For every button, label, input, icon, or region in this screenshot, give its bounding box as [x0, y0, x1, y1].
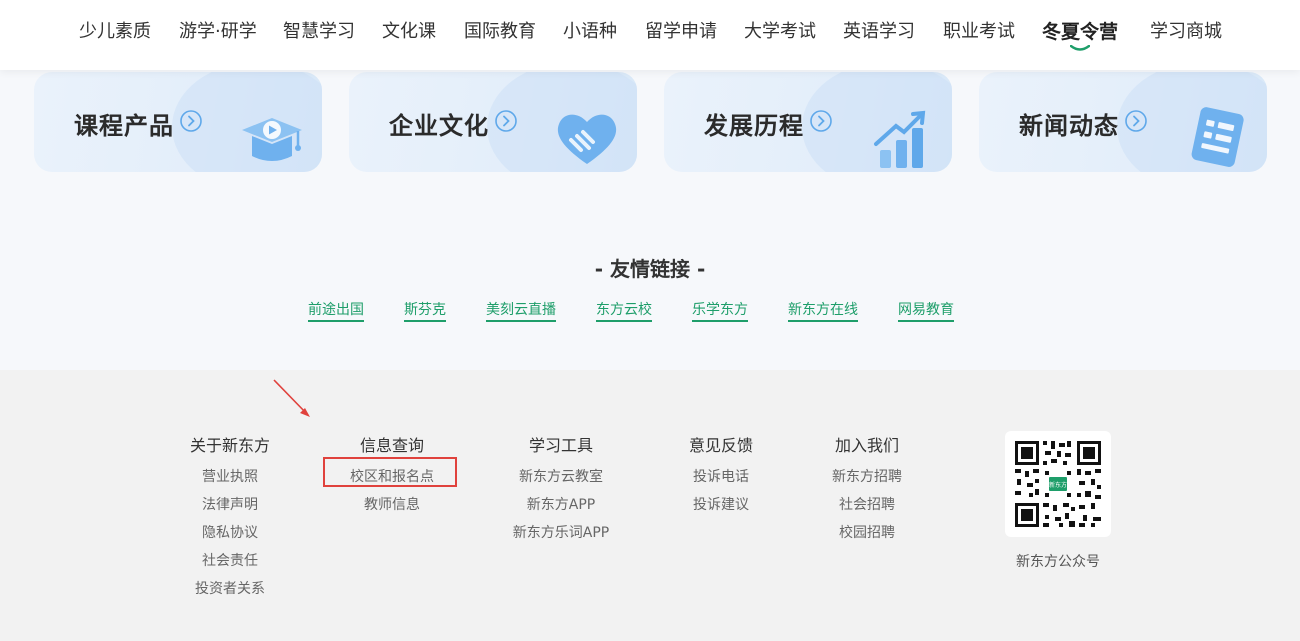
card-development-history[interactable]: 发展历程 — [664, 72, 952, 172]
nav-item-kids[interactable]: 少儿素质 — [79, 19, 151, 45]
nav-item-camp[interactable]: 冬夏令营 — [1042, 19, 1119, 51]
card-course-products[interactable]: 课程产品 — [34, 72, 322, 172]
nav-item-study-abroad[interactable]: 留学申请 — [645, 19, 717, 45]
friend-link[interactable]: 网易教育 — [898, 301, 954, 322]
qr-code-icon: 新东方 — [1015, 441, 1101, 527]
annotation-arrow-icon — [273, 379, 310, 417]
footer-link-complaint-phone[interactable]: 投诉电话 — [693, 466, 749, 486]
footer-link-leci-app[interactable]: 新东方乐词APP — [513, 522, 609, 542]
nav-item-shop[interactable]: 学习商城 — [1150, 19, 1222, 45]
footer-link-privacy[interactable]: 隐私协议 — [202, 522, 258, 542]
nav-item-minor-language[interactable]: 小语种 — [563, 19, 617, 45]
nav-item-international[interactable]: 国际教育 — [464, 19, 536, 45]
friend-link[interactable]: 乐学东方 — [692, 301, 748, 322]
nav-item-english[interactable]: 英语学习 — [843, 19, 915, 45]
qr-caption: 新东方公众号 — [1016, 554, 1100, 570]
arrow-right-circle-icon — [810, 110, 832, 132]
footer-link-complaint-suggestion[interactable]: 投诉建议 — [693, 494, 749, 514]
qr-logo-text: 新东方 — [1049, 481, 1067, 489]
arrow-right-circle-icon — [1125, 110, 1147, 132]
qr-code: 新东方 — [1005, 431, 1111, 537]
nav-item-career-exam[interactable]: 职业考试 — [943, 19, 1015, 45]
nav-item-culture-class[interactable]: 文化课 — [382, 19, 436, 45]
arrow-right-circle-icon — [495, 110, 517, 132]
card-corporate-culture[interactable]: 企业文化 — [349, 72, 637, 172]
footer-heading-join-us: 加入我们 — [834, 436, 900, 455]
footer-link-teacher-info[interactable]: 教师信息 — [364, 494, 420, 514]
news-document-icon — [1191, 107, 1244, 167]
footer-link-legal-notice[interactable]: 法律声明 — [202, 494, 258, 514]
top-navigation: 少儿素质 游学·研学 智慧学习 文化课 国际教育 小语种 留学申请 大学考试 英… — [0, 0, 1300, 70]
friend-link[interactable]: 美刻云直播 — [486, 301, 556, 322]
footer-link-app[interactable]: 新东方APP — [527, 494, 595, 514]
card-title: 企业文化 — [389, 112, 489, 140]
card-news[interactable]: 新闻动态 — [979, 72, 1267, 172]
footer-link-business-license[interactable]: 营业执照 — [202, 466, 258, 486]
friend-link[interactable]: 东方云校 — [596, 301, 652, 322]
footer-link-campus-registration[interactable]: 校区和报名点 — [350, 466, 434, 486]
active-underline-icon — [1070, 45, 1090, 51]
footer-link-investor-relations[interactable]: 投资者关系 — [195, 578, 265, 598]
footer-heading-about: 关于新东方 — [189, 436, 271, 455]
footer: 关于新东方 营业执照 法律声明 隐私协议 社会责任 投资者关系 信息查询 校区和… — [0, 370, 1300, 641]
footer-link-campus-recruitment[interactable]: 校园招聘 — [839, 522, 895, 542]
growth-chart-icon — [874, 110, 926, 168]
footer-heading-info-query: 信息查询 — [359, 436, 425, 455]
nav-item-study-tour[interactable]: 游学·研学 — [179, 19, 257, 45]
friend-link[interactable]: 斯芬克 — [404, 301, 446, 322]
nav-item-smart-learning[interactable]: 智慧学习 — [283, 19, 355, 45]
card-title: 课程产品 — [74, 112, 174, 140]
footer-link-social-recruitment[interactable]: 社会招聘 — [839, 494, 895, 514]
card-title: 发展历程 — [704, 112, 804, 140]
friend-links-title: - 友情链接 - — [594, 257, 706, 281]
heart-icon — [557, 114, 617, 164]
card-title: 新闻动态 — [1019, 112, 1119, 140]
friend-link[interactable]: 新东方在线 — [788, 301, 858, 322]
footer-heading-feedback: 意见反馈 — [688, 436, 754, 455]
graduation-cap-play-icon — [242, 118, 302, 161]
nav-item-camp-label: 冬夏令营 — [1042, 21, 1119, 43]
arrow-right-circle-icon — [180, 110, 202, 132]
footer-link-cloud-classroom[interactable]: 新东方云教室 — [519, 466, 603, 486]
footer-heading-learning-tools: 学习工具 — [528, 436, 594, 455]
nav-item-college-exam[interactable]: 大学考试 — [744, 19, 816, 45]
footer-link-social-responsibility[interactable]: 社会责任 — [202, 550, 258, 570]
friend-link[interactable]: 前途出国 — [308, 301, 364, 322]
footer-link-recruitment[interactable]: 新东方招聘 — [832, 466, 902, 486]
